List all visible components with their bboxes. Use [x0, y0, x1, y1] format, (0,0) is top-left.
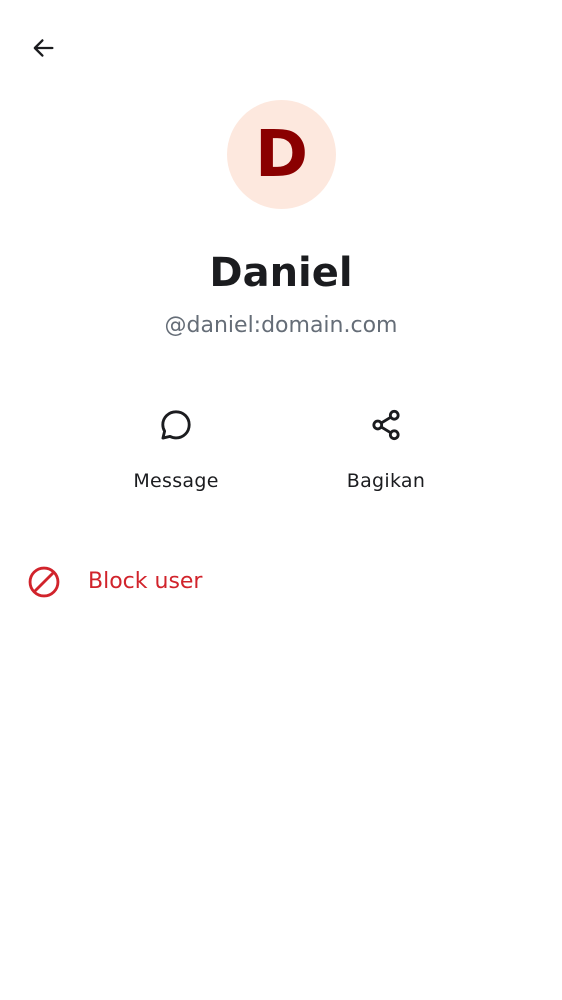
- share-button[interactable]: Bagikan: [311, 398, 461, 508]
- avatar-initial: D: [254, 117, 309, 192]
- avatar: D: [227, 100, 336, 209]
- share-label: Bagikan: [346, 470, 426, 492]
- display-name: Daniel: [209, 250, 353, 296]
- arrow-left-icon: [29, 34, 57, 67]
- back-button[interactable]: [19, 26, 67, 74]
- block-user-button[interactable]: Block user: [0, 550, 562, 614]
- user-id: @daniel:domain.com: [164, 313, 398, 338]
- share-icon: [368, 407, 404, 443]
- block-user-label: Block user: [88, 569, 203, 594]
- chat-bubble-icon: [158, 407, 194, 443]
- message-button[interactable]: Message: [101, 398, 251, 508]
- block-icon: [26, 564, 62, 600]
- message-label: Message: [133, 470, 219, 492]
